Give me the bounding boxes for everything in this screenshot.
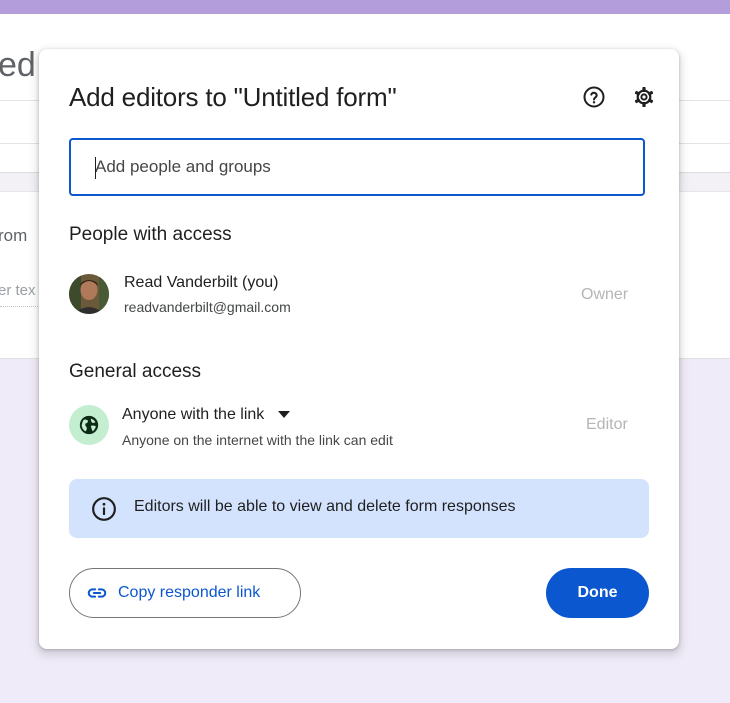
help-button[interactable] [580,83,608,111]
add-people-field[interactable] [69,138,645,196]
avatar [69,274,109,314]
background-form-fragment: rom [0,226,28,245]
dropdown-arrow-icon [278,411,291,419]
theme-header-band [0,0,730,14]
dialog-title: Add editors to "Untitled form" [69,82,397,112]
general-access-dropdown[interactable]: Anyone with the link [122,403,291,427]
info-icon [92,497,116,521]
copy-responder-link-label: Copy responder link [118,584,261,601]
people-with-access-heading: People with access [69,224,232,245]
general-access-description: Anyone on the internet with the link can… [122,432,393,448]
general-access-heading: General access [69,361,202,382]
done-button-label: Done [577,584,618,601]
person-name: Read Vanderbilt (you) [124,274,279,291]
add-people-input[interactable] [95,140,635,194]
globe-icon-badge [69,405,109,445]
copy-responder-link-button[interactable]: Copy responder link [69,568,301,618]
done-button[interactable]: Done [546,568,649,618]
background-title-fragment: ed [0,46,36,84]
help-circle-icon [583,86,605,108]
add-editors-dialog: Add editors to "Untitled form" Add peopl… [39,49,679,649]
owner-role-label: Owner [581,286,629,303]
editor-role-label: Editor [586,416,628,433]
info-banner-text: Editors will be able to view and delete … [134,498,516,515]
text-caret [95,157,96,179]
background-dotted-line [0,306,40,307]
person-email: readvanderbilt@gmail.com [124,299,291,315]
globe-icon [79,415,99,435]
general-access-label: Anyone with the link [122,406,265,423]
forms-editor-page: ed rom er tex Add editors to "Untitled f… [0,0,730,703]
link-icon [86,582,108,604]
info-banner: Editors will be able to view and delete … [69,479,649,538]
background-text-fragment: er tex [0,282,36,299]
gear-icon [634,87,654,107]
settings-button[interactable] [630,83,658,111]
